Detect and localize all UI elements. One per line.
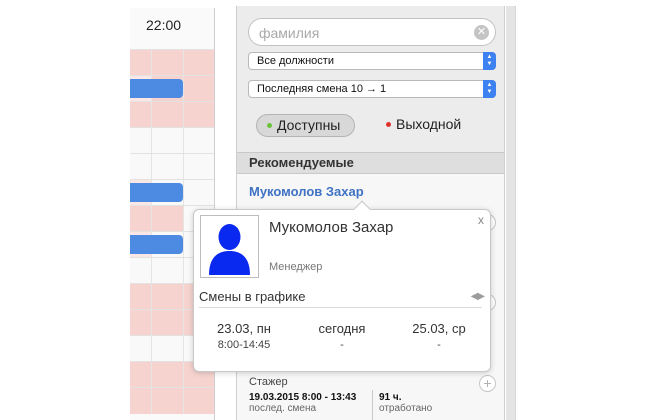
- schedule-row: [130, 101, 214, 128]
- clear-search-icon[interactable]: ✕: [474, 25, 489, 40]
- time-column-label: 22:00: [146, 17, 182, 33]
- close-icon[interactable]: x: [478, 213, 484, 227]
- shift-day-time: -: [437, 339, 441, 351]
- schedule-cell[interactable]: [152, 128, 184, 154]
- employee-role: Стажер: [249, 376, 288, 388]
- position-select[interactable]: Все должности ▲ ▼: [248, 52, 496, 70]
- hours-label: отработано: [379, 403, 433, 414]
- schedule-cell[interactable]: [130, 310, 152, 336]
- employee-hours: 91 ч. отработано: [379, 392, 432, 414]
- shift-day-date: 25.03, ср: [412, 321, 466, 336]
- schedule-cell[interactable]: [130, 362, 152, 388]
- schedule-cell[interactable]: [130, 154, 152, 180]
- filter-dayoff-label: Выходной: [396, 116, 462, 132]
- shift-bar[interactable]: [130, 183, 183, 202]
- last-shift-value: 19.03.2015 8:00 - 13:43: [249, 392, 357, 403]
- avatar: [200, 215, 259, 278]
- schedule-cell[interactable]: [130, 388, 152, 414]
- shift-day-column: 25.03, ср -: [394, 321, 484, 351]
- sort-select-value: Последняя смена 10 → 1: [257, 83, 387, 95]
- schedule-cell[interactable]: [184, 76, 214, 102]
- add-employee-plus-icon[interactable]: +: [479, 375, 496, 392]
- schedule-cell[interactable]: [184, 102, 214, 128]
- schedule-cell[interactable]: [184, 388, 214, 414]
- schedule-row: [130, 75, 214, 102]
- popover-divider: [199, 307, 482, 308]
- shift-day-column: 23.03, пн 8:00-14:45: [199, 321, 289, 351]
- schedule-cell[interactable]: [130, 284, 152, 310]
- red-dot-icon: [386, 121, 391, 127]
- shift-day-time: -: [340, 339, 344, 351]
- schedule-cell[interactable]: [130, 206, 152, 232]
- search-input[interactable]: [259, 23, 469, 42]
- schedule-cell[interactable]: [152, 50, 184, 76]
- schedule-cell[interactable]: [130, 336, 152, 362]
- filter-dayoff-toggle[interactable]: Выходной: [382, 114, 461, 137]
- schedule-cell[interactable]: [152, 336, 184, 362]
- stat-divider: [372, 390, 373, 420]
- panel-scrollbar[interactable]: [506, 6, 516, 420]
- schedule-row: [130, 179, 214, 206]
- search-box[interactable]: ✕: [248, 18, 496, 46]
- schedule-cell[interactable]: [152, 258, 184, 284]
- schedule-cell[interactable]: [152, 362, 184, 388]
- schedule-cell[interactable]: [184, 50, 214, 76]
- employee-name-link[interactable]: Мукомолов Захар: [249, 184, 364, 199]
- schedule-cell[interactable]: [152, 154, 184, 180]
- position-select-value: Все должности: [257, 55, 334, 67]
- employee-popover: x Мукомолов Захар Менеджер Смены в графи…: [193, 200, 491, 372]
- schedule-cell[interactable]: [130, 50, 152, 76]
- select-arrows-icon: ▲ ▼: [483, 52, 496, 70]
- schedule-row: [130, 49, 214, 76]
- recommended-section-header: Рекомендуемые: [237, 152, 504, 174]
- schedule-cell[interactable]: [152, 388, 184, 414]
- filter-available-toggle[interactable]: Доступны: [256, 114, 355, 137]
- schedule-cell[interactable]: [152, 206, 184, 232]
- shift-bar[interactable]: [130, 79, 183, 98]
- shifts-title: Смены в графике: [199, 289, 306, 304]
- schedule-cell[interactable]: [130, 102, 152, 128]
- schedule-row: [130, 127, 214, 154]
- app-window: 22:00 ✕ Все должности ▲▼ Последняя смена…: [0, 0, 650, 420]
- schedule-cell[interactable]: [184, 128, 214, 154]
- hours-value: 91 ч.: [379, 392, 402, 403]
- filter-available-label: Доступны: [277, 117, 341, 133]
- schedule-cell[interactable]: [152, 102, 184, 128]
- schedule-cell[interactable]: [130, 128, 152, 154]
- select-arrows-icon: ▲ ▼: [483, 80, 496, 98]
- schedule-cell[interactable]: [152, 284, 184, 310]
- schedule-row: [130, 153, 214, 180]
- shift-day-date: сегодня: [318, 321, 366, 336]
- shift-day-date: 23.03, пн: [217, 321, 271, 336]
- shift-day-column: сегодня -: [297, 321, 387, 351]
- employee-last-shift: 19.03.2015 8:00 - 13:43 послед. смена: [249, 392, 356, 414]
- schedule-cell[interactable]: [130, 258, 152, 284]
- shift-nav-arrows-icon[interactable]: ◀▶: [471, 291, 485, 302]
- shift-bar[interactable]: [130, 235, 183, 254]
- shift-day-time: 8:00-14:45: [217, 339, 271, 351]
- person-silhouette-icon: [203, 218, 256, 275]
- schedule-cell[interactable]: [184, 180, 214, 206]
- green-dot-icon: [267, 122, 272, 128]
- schedule-row: [130, 387, 214, 414]
- last-shift-label: послед. смена: [249, 403, 317, 414]
- schedule-cell[interactable]: [184, 154, 214, 180]
- schedule-cell[interactable]: [152, 310, 184, 336]
- sort-select[interactable]: Последняя смена 10 → 1 ▲ ▼: [248, 80, 496, 98]
- popover-employee-role: Менеджер: [269, 261, 323, 273]
- popover-employee-name: Мукомолов Захар: [269, 219, 394, 236]
